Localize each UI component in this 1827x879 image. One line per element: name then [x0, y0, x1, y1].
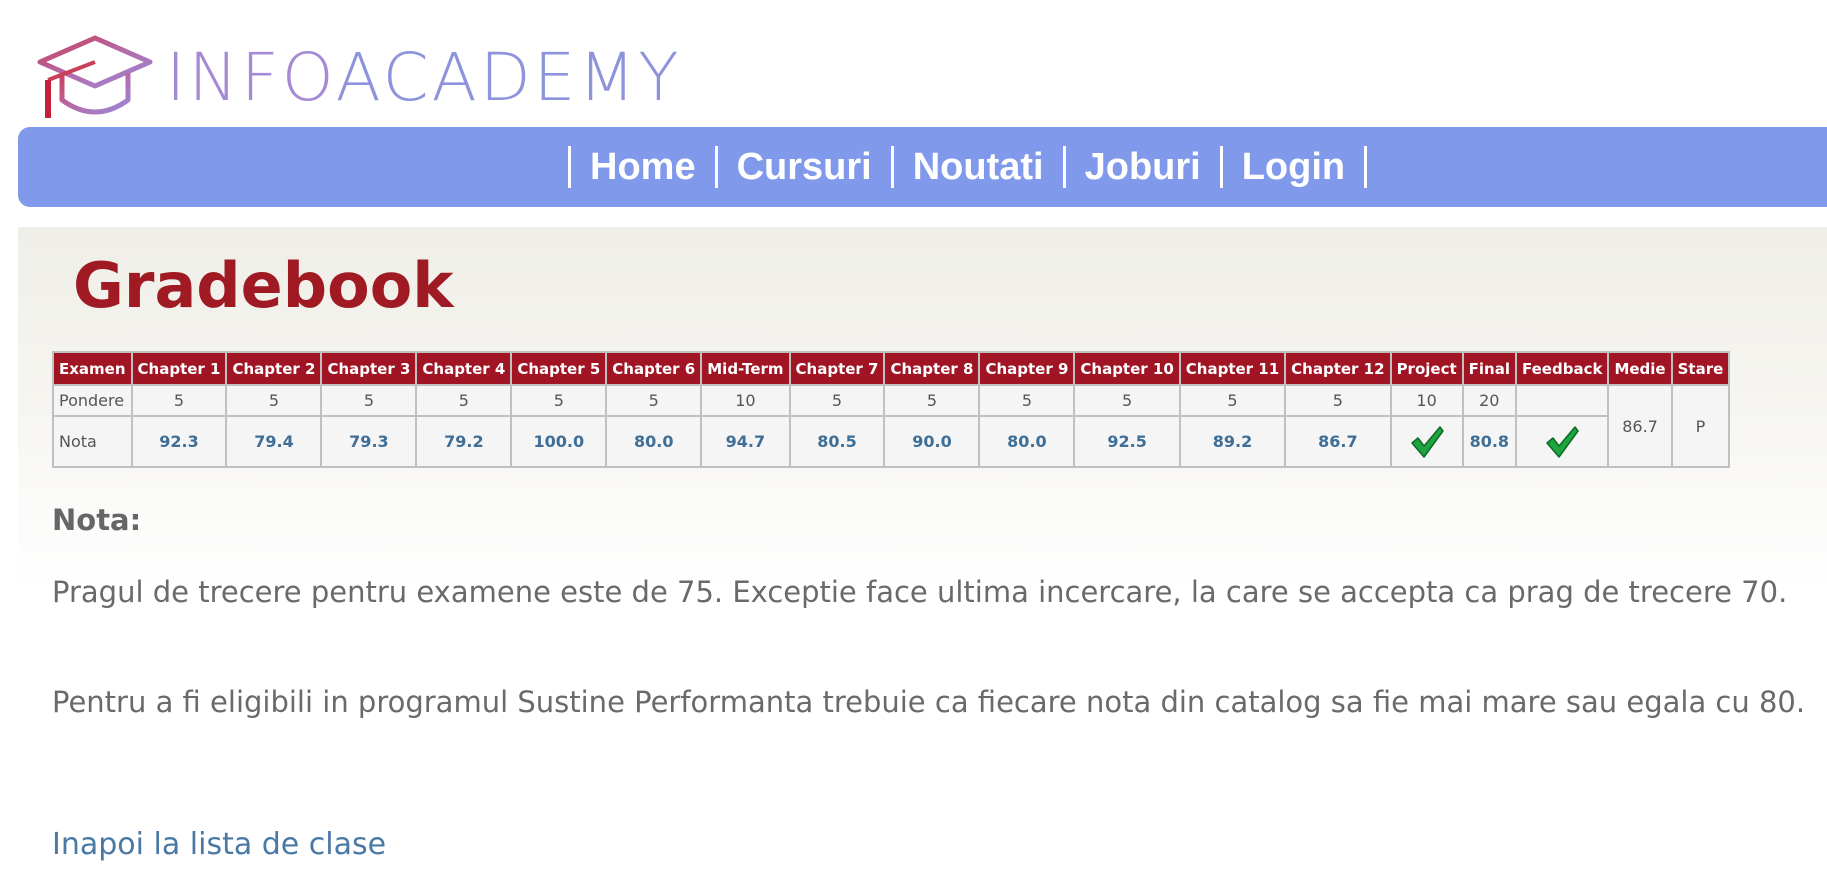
weight-cell: 5	[605, 384, 703, 417]
back-to-classes-link[interactable]: Inapoi la lista de clase	[52, 827, 386, 862]
project-grade-cell	[1389, 415, 1464, 468]
grade-cell: 92.5	[1073, 415, 1181, 468]
nav-menu: Home Cursuri Noutati Joburi Login	[568, 145, 1368, 189]
weight-cell: 5	[1178, 384, 1287, 417]
weight-cell	[1514, 384, 1610, 417]
column-header-chapter-9: Chapter 9	[978, 351, 1076, 386]
grade-cell: 79.2	[415, 415, 513, 468]
row-label-nota: Nota	[52, 415, 133, 468]
grade-cell: 100.0	[510, 415, 608, 468]
weights-row: Pondere 5 5 5 5 5 5 10 5 5 5 5 5 5 10 20…	[52, 384, 1731, 468]
logo-wordmark: INFOACADEMY	[166, 42, 682, 114]
weight-cell: 5	[510, 384, 608, 417]
nav-divider	[1364, 146, 1368, 188]
grade-cell: 79.3	[320, 415, 418, 468]
logo-text-academy: ACADEMY	[335, 39, 682, 116]
column-header-chapter-3: Chapter 3	[320, 351, 418, 386]
grade-cell: 80.0	[978, 415, 1076, 468]
column-header-stare: Stare	[1670, 351, 1731, 386]
weight-cell: 5	[1073, 384, 1181, 417]
grade-cell: 80.8	[1461, 415, 1517, 468]
feedback-grade-cell	[1514, 415, 1610, 468]
nav-login[interactable]: Login	[1223, 145, 1364, 189]
performance-program-note: Pentru a fi eligibili in programul Susti…	[52, 685, 1806, 719]
weight-cell: 5	[130, 384, 228, 417]
weight-cell: 5	[415, 384, 513, 417]
weight-cell: 5	[978, 384, 1076, 417]
checkmark-icon	[1546, 425, 1579, 458]
pass-threshold-note: Pragul de trecere pentru examene este de…	[52, 575, 1788, 609]
column-header-mid-term: Mid-Term	[700, 351, 791, 386]
column-header-chapter-2: Chapter 2	[225, 351, 323, 386]
weight-cell: 5	[1284, 384, 1392, 417]
weight-cell: 5	[225, 384, 323, 417]
nav-noutati[interactable]: Noutati	[894, 145, 1063, 189]
page-title: Gradebook	[73, 249, 454, 322]
column-header-chapter-12: Chapter 12	[1284, 351, 1392, 386]
weight-cell: 5	[883, 384, 981, 417]
column-header-final: Final	[1461, 351, 1517, 386]
main-content: Gradebook Examen Chapter 1 Chapter 2 Cha…	[18, 227, 1827, 879]
grade-cell: 79.4	[225, 415, 323, 468]
grade-cell: 80.5	[788, 415, 886, 468]
column-header-feedback: Feedback	[1514, 351, 1610, 386]
weight-cell: 10	[1389, 384, 1464, 417]
column-header-chapter-11: Chapter 11	[1178, 351, 1287, 386]
row-label-pondere: Pondere	[52, 384, 133, 417]
column-header-chapter-8: Chapter 8	[883, 351, 981, 386]
weight-cell: 20	[1461, 384, 1517, 417]
grade-cell: 86.7	[1284, 415, 1392, 468]
column-header-project: Project	[1389, 351, 1464, 386]
column-header-chapter-4: Chapter 4	[415, 351, 513, 386]
gradebook-table: Examen Chapter 1 Chapter 2 Chapter 3 Cha…	[52, 351, 1731, 468]
graduation-cap-icon	[37, 35, 153, 118]
grade-cell: 80.0	[605, 415, 703, 468]
grade-cell: 92.3	[130, 415, 228, 468]
nav-home[interactable]: Home	[571, 145, 715, 189]
weight-cell: 5	[320, 384, 418, 417]
column-header-medie: Medie	[1607, 351, 1673, 386]
column-header-examen: Examen	[52, 351, 133, 386]
grade-cell: 89.2	[1178, 415, 1287, 468]
checkmark-icon	[1410, 425, 1444, 458]
weight-cell: 10	[700, 384, 791, 417]
column-header-chapter-7: Chapter 7	[788, 351, 886, 386]
column-header-chapter-10: Chapter 10	[1073, 351, 1181, 386]
grade-cell: 94.7	[700, 415, 791, 468]
grade-cell: 90.0	[883, 415, 981, 468]
column-header-chapter-5: Chapter 5	[510, 351, 608, 386]
main-navigation: Home Cursuri Noutati Joburi Login	[18, 127, 1827, 207]
column-header-chapter-1: Chapter 1	[130, 351, 228, 386]
grades-row: Nota 92.3 79.4 79.3 79.2 100.0 80.0 94.7…	[52, 415, 1729, 468]
site-logo[interactable]: INFOACADEMY	[36, 32, 696, 124]
status-value: P	[1670, 384, 1731, 468]
gradebook-header-row: Examen Chapter 1 Chapter 2 Chapter 3 Cha…	[52, 351, 1731, 386]
column-header-chapter-6: Chapter 6	[605, 351, 703, 386]
average-value: 86.7	[1607, 384, 1673, 468]
nav-joburi[interactable]: Joburi	[1066, 145, 1220, 189]
notes-heading: Nota:	[52, 503, 142, 537]
weight-cell: 5	[788, 384, 886, 417]
logo-text-info: INFO	[166, 39, 336, 116]
nav-cursuri[interactable]: Cursuri	[718, 145, 891, 189]
